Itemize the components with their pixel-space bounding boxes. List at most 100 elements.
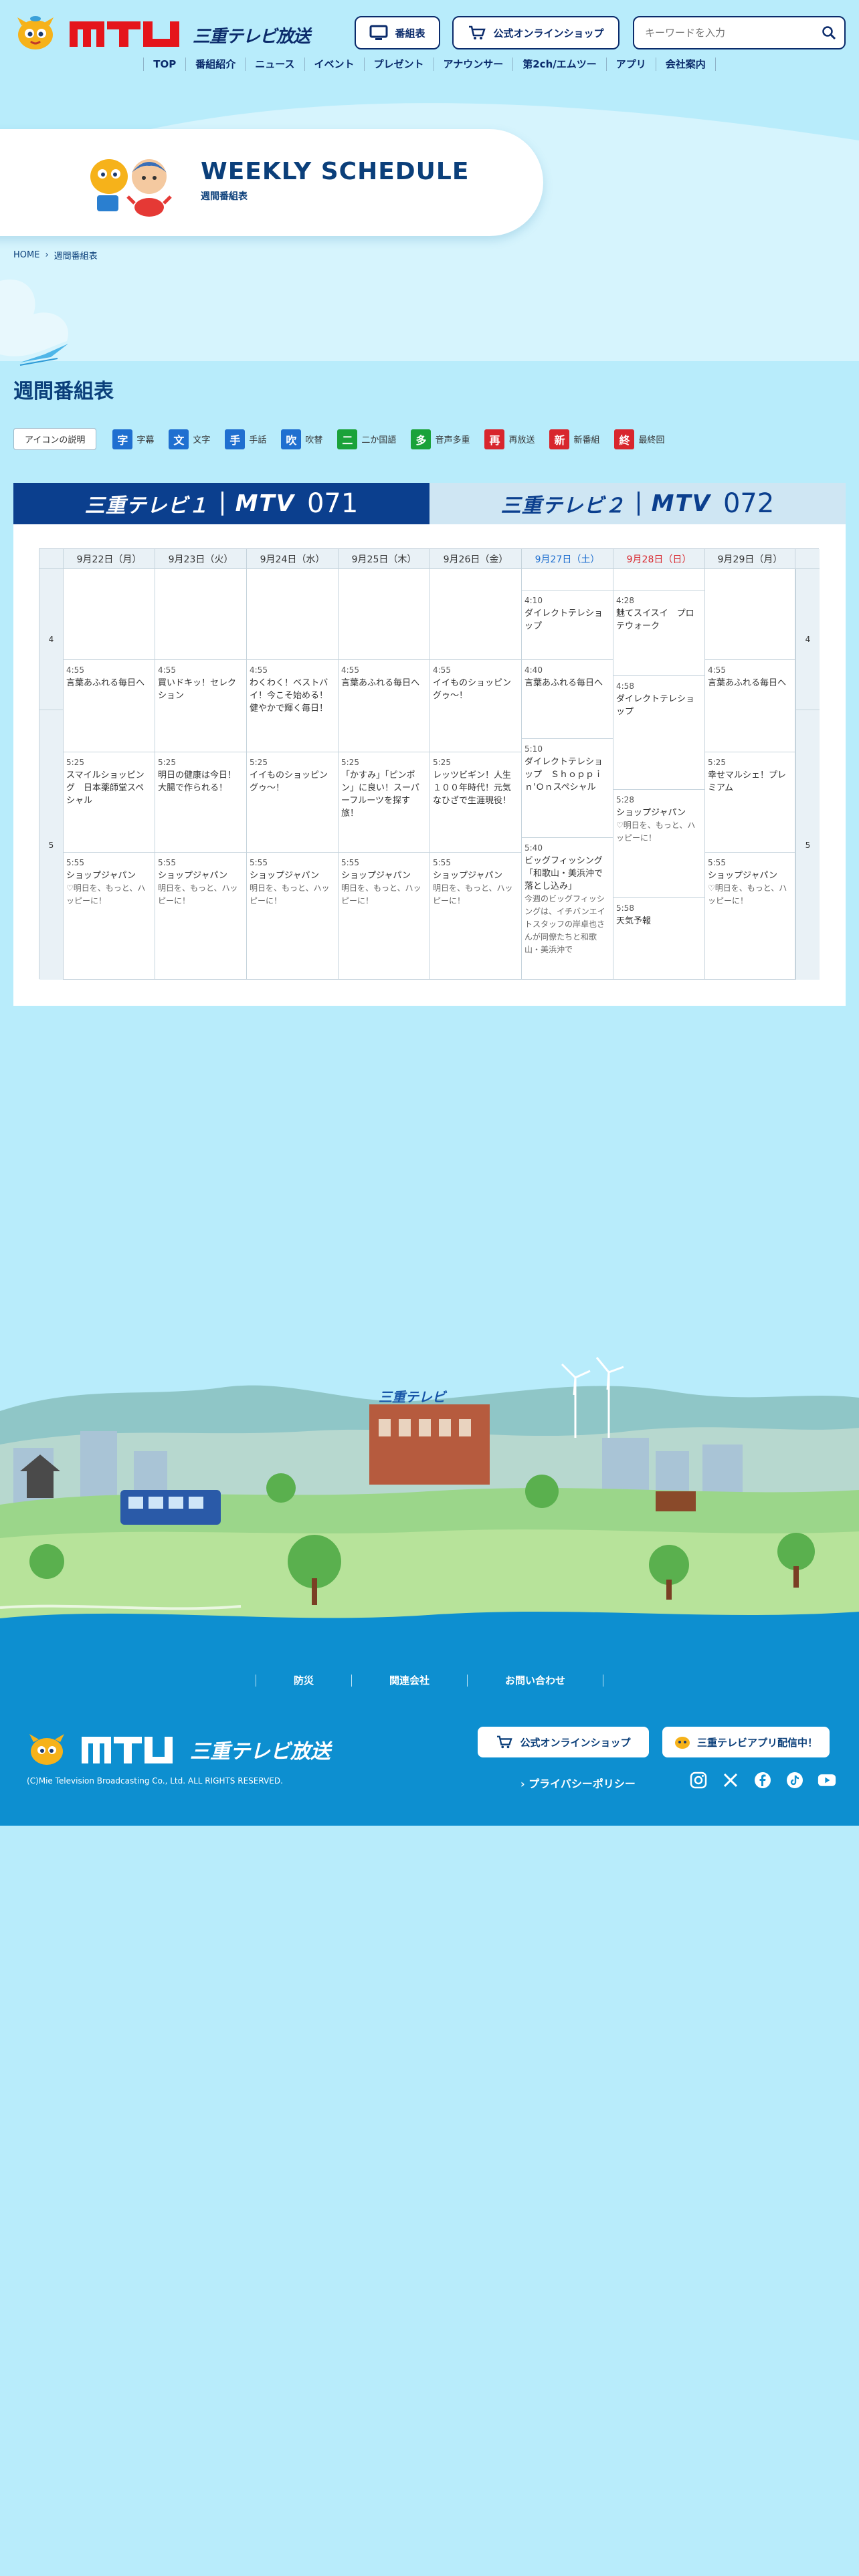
shop-button-label: 公式オンラインショップ xyxy=(493,27,604,39)
program-cell[interactable]: 4:55 言葉あふれる毎日へ xyxy=(705,660,795,752)
program-cell[interactable]: 5:55 ショップジャパン明日を、もっと、ハッピーに！ xyxy=(247,853,339,980)
footer-link-contact[interactable]: お問い合わせ xyxy=(467,1675,604,1687)
legend-item-text: 文文字 xyxy=(169,429,210,449)
tv-station-sign: 三重テレビ xyxy=(379,1389,448,1405)
footer-link-disaster[interactable]: 防災 xyxy=(255,1675,351,1687)
instagram-icon[interactable] xyxy=(689,1771,708,1790)
program-cell[interactable]: 4:10 ダイレクトテレショップ xyxy=(522,591,613,660)
main-nav: TOP 番組紹介 ニュース イベント プレゼント アナウンサー 第2ch/エムツ… xyxy=(0,58,859,71)
app-download-button[interactable]: 三重テレビアプリ配信中！ xyxy=(662,1727,830,1757)
legend-label: 文字 xyxy=(193,435,211,445)
program-title: 言葉あふれる毎日へ xyxy=(708,678,787,688)
program-title: 「かすみ」「ピンポン」に良い！スーパーフルーツを探す旅！ xyxy=(341,770,419,819)
program-time: 5:55 xyxy=(341,858,359,867)
nav-company[interactable]: 会社案内 xyxy=(655,58,716,71)
shop-button[interactable]: 公式オンラインショップ xyxy=(452,16,619,49)
nav-news[interactable]: ニュース xyxy=(245,58,304,71)
program-description: 明日を、もっと、ハッピーに！ xyxy=(250,883,330,905)
program-cell[interactable]: 5:55 ショップジャパン 明日を、もっと、ハッピーに！ xyxy=(155,853,247,980)
breadcrumb-home[interactable]: HOME xyxy=(13,250,39,260)
tab-channel-2[interactable]: 三重テレビ２ MTV 072 xyxy=(430,483,846,524)
program-description: ♡明日を、もっと、ハッピーに！ xyxy=(616,821,696,843)
chevron-right-icon: › xyxy=(45,250,49,260)
program-cell[interactable]: 4:58 ダイレクトテレショップ xyxy=(613,676,705,790)
program-cell[interactable]: 5:58 天気予報 xyxy=(613,898,705,980)
divider xyxy=(221,492,223,516)
icon-legend-button[interactable]: アイコンの説明 xyxy=(13,428,97,450)
tab-channel-1[interactable]: 三重テレビ１ MTV 071 xyxy=(13,483,430,524)
nav-app[interactable]: アプリ xyxy=(605,58,656,71)
tiktok-icon[interactable] xyxy=(785,1771,804,1790)
program-cell[interactable]: 5:25 明日の健康は今日！大腸で作られる！ xyxy=(155,752,247,853)
program-cell[interactable]: 5:25 レッツビギン！人生１００年時代！元気なひざで生涯現役！ xyxy=(430,752,522,853)
program-time: 4:55 xyxy=(341,665,359,675)
footer-link-affiliates[interactable]: 関連会社 xyxy=(351,1675,467,1687)
program-cell[interactable]: 5:40 ビッグフィッシング「和歌山・美浜沖で落とし込み」 今週のビッグフィッシング… xyxy=(522,838,613,980)
program-cell[interactable]: 4:55 わくわく！ベストバイ！今こそ始める！健やかで輝く毎日！ xyxy=(247,660,339,752)
program-title: ダイレクトテレショップ xyxy=(616,694,695,717)
program-cell[interactable]: 4:55 言葉あふれる毎日へ xyxy=(64,660,155,752)
program-cell[interactable]: 5:55 ショップジャパン 明日を、もっと、ハッピーに！ xyxy=(430,853,522,980)
legend-label: 音声多重 xyxy=(435,435,470,445)
program-cell[interactable]: 4:40 言葉あふれる毎日へ xyxy=(522,660,613,739)
program-cell[interactable]: 4:55 買いドキッ！セレクション xyxy=(155,660,247,752)
youtube-icon[interactable] xyxy=(818,1771,836,1790)
program-title: 言葉あふれる毎日へ xyxy=(524,678,603,688)
facebook-icon[interactable] xyxy=(753,1771,772,1790)
program-title: 明日の健康は今日！大腸で作られる！ xyxy=(158,770,237,793)
x-icon[interactable] xyxy=(721,1771,740,1790)
nav-announcer[interactable]: アナウンサー xyxy=(433,58,513,71)
program-cell[interactable]: 4:55 イイものショッピングゥ〜！ xyxy=(430,660,522,752)
mtv-logo[interactable] xyxy=(68,17,182,49)
program-title: 言葉あふれる毎日へ xyxy=(341,678,420,688)
program-cell[interactable]: 5:28 ショップジャパン ♡明日を、もっと、ハッピーに！ xyxy=(613,790,705,898)
program-title: イイものショッピングゥ〜！ xyxy=(250,770,328,793)
corner-cell xyxy=(795,549,820,569)
search-input[interactable] xyxy=(645,27,822,39)
site-header: 三重テレビ放送 番組表 公式オンラインショップ TOP 番組紹介 ニュース イベ… xyxy=(0,0,859,80)
program-time: 5:55 xyxy=(433,858,451,867)
nav-present[interactable]: プレゼント xyxy=(363,58,434,71)
schedule-button[interactable]: 番組表 xyxy=(355,16,440,49)
empty-slot xyxy=(430,569,522,660)
nav-events[interactable]: イベント xyxy=(304,58,364,71)
program-description: 明日を、もっと、ハッピーに！ xyxy=(433,883,513,905)
cloud-decoration xyxy=(0,280,68,356)
hour-label: 4 xyxy=(39,569,64,710)
hour-label: 5 xyxy=(39,710,64,980)
program-cell[interactable]: 5:25 幸せマルシェ！プレミアム xyxy=(705,752,795,853)
social-links xyxy=(689,1771,836,1790)
nav-top[interactable]: TOP xyxy=(143,58,185,71)
search-icon[interactable] xyxy=(822,25,836,40)
program-cell[interactable]: 5:55 ショップジャパン 明日を、もっと、ハッピーに！ xyxy=(339,853,430,980)
program-cell[interactable]: 4:28 魅てスイスイ プロテウォーク xyxy=(613,591,705,676)
program-cell[interactable]: 4:55 言葉あふれる毎日へ xyxy=(339,660,430,752)
brand-name[interactable]: 三重テレビ放送 xyxy=(193,23,310,47)
footer-logo[interactable]: 三重テレビ放送 xyxy=(27,1729,361,1769)
legend-label: 新番組 xyxy=(573,435,600,445)
program-time: 5:58 xyxy=(616,903,634,913)
legend-label: 吹替 xyxy=(305,435,323,445)
program-cell[interactable]: 5:10 ダイレクトテレショップ Ｓｈｏｐｐｉｎ'Ｏｎスペシャル xyxy=(522,739,613,838)
program-cell[interactable]: 5:25 イイものショッピングゥ〜！ xyxy=(247,752,339,853)
mascot-logo-icon[interactable] xyxy=(15,13,56,51)
program-time: 5:55 xyxy=(250,858,268,867)
footer-shop-button[interactable]: 公式オンラインショップ xyxy=(478,1727,649,1757)
day-header: 9月29日（月） xyxy=(705,549,795,569)
nav-ch2[interactable]: 第2ch/エムツー xyxy=(512,58,606,71)
program-time: 5:40 xyxy=(524,843,543,853)
nav-programs[interactable]: 番組紹介 xyxy=(185,58,245,71)
program-cell[interactable]: 5:55 ショップジャパン ♡明日を、もっと、ハッピーに！ xyxy=(705,853,795,980)
cart-icon xyxy=(469,25,486,39)
privacy-policy-link[interactable]: › プライバシーポリシー xyxy=(520,1775,636,1791)
program-time: 5:25 xyxy=(66,758,84,767)
program-cell[interactable]: 5:55 ショップジャパン ♡明日を、もっと、ハッピーに！ xyxy=(64,853,155,980)
hour-label: 5 xyxy=(795,710,820,980)
program-cell[interactable]: 5:25 スマイルショッピング 日本薬師堂スペシャル xyxy=(64,752,155,853)
program-time: 4:55 xyxy=(158,665,176,675)
program-cell[interactable]: 5:25 「かすみ」「ピンポン」に良い！スーパーフルーツを探す旅！ xyxy=(339,752,430,853)
day-header: 9月22日（月） xyxy=(64,549,155,569)
program-time: 5:25 xyxy=(250,758,268,767)
program-title: ショップジャパン xyxy=(250,871,320,881)
program-title: 天気予報 xyxy=(616,916,652,926)
